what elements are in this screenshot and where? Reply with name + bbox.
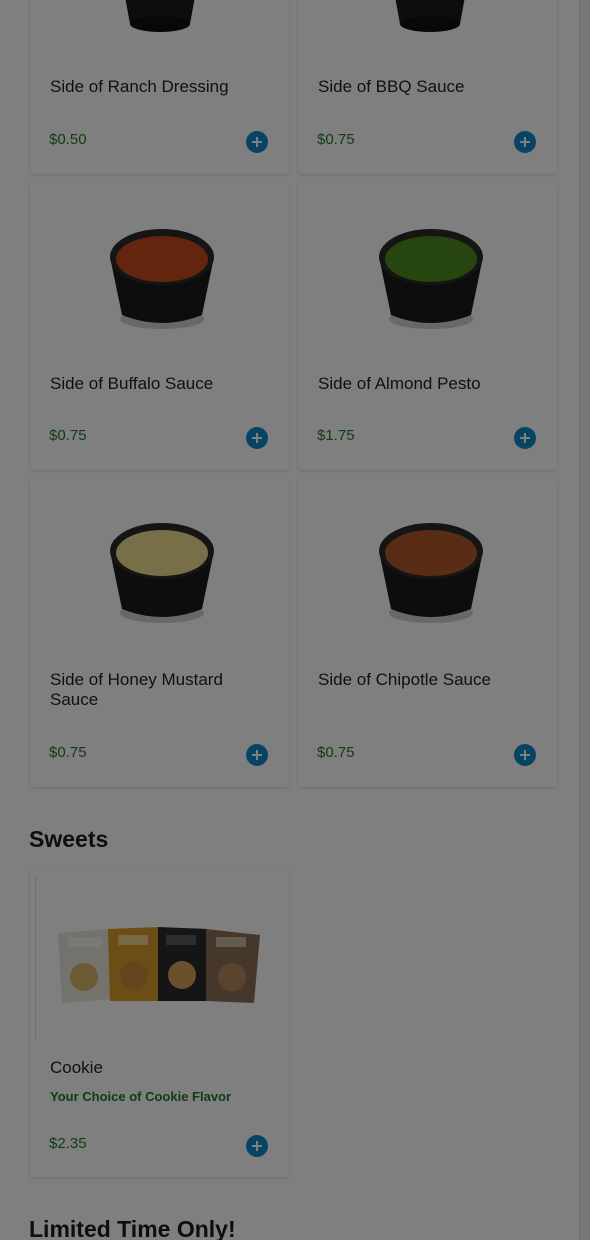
modal-backdrop-overlay[interactable]	[0, 0, 590, 1240]
